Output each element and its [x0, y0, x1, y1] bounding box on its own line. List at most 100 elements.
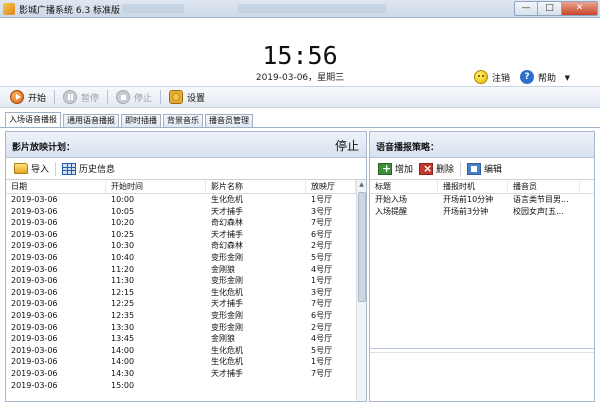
history-button[interactable]: 历史信息: [62, 162, 115, 175]
table-cell: 12:15: [111, 287, 135, 297]
column-header[interactable]: 开始时间: [106, 180, 206, 193]
chevron-down-icon[interactable]: ▼: [565, 74, 570, 82]
table-cell: 2019-03-06: [11, 218, 58, 228]
toolbar-separator: [55, 161, 57, 176]
import-button[interactable]: 导入: [14, 162, 49, 175]
pause-button[interactable]: 暂停: [63, 88, 107, 106]
table-row[interactable]: 2019-03-06 10:25 天才捕手 6号厅: [6, 229, 366, 241]
tab-entry-announcement[interactable]: 入场语音播报: [5, 112, 61, 127]
strategy-table: 标题 播报时机 播音员 开始入场 开场前10分钟 语言类节目男... 入场提醒 开场前3…: [370, 180, 594, 217]
table-row[interactable]: 2019-03-06 13:30 变形金刚 2号厅: [6, 322, 366, 334]
table-row[interactable]: 2019-03-06 10:00 生化危机 1号厅: [6, 194, 366, 206]
help-button[interactable]: ? 帮助: [520, 70, 556, 84]
tab-instant-insert[interactable]: 即时插播: [121, 114, 161, 127]
add-button[interactable]: 增加: [378, 162, 413, 175]
table-row[interactable]: 2019-03-06 12:15 生化危机 3号厅: [6, 287, 366, 299]
table-cell: 6号厅: [311, 310, 333, 320]
table-cell: 1号厅: [311, 195, 333, 204]
background-window-ghost: [238, 4, 386, 13]
table-cell: 校园女声[五...: [513, 206, 564, 216]
screening-table: 日期 开始时间 影片名称 放映厅 2019-03-06 10:00 生化危机 1号厅 2…: [6, 180, 366, 401]
column-header[interactable]: 影片名称: [206, 180, 306, 193]
table-row[interactable]: 2019-03-06 11:30 变形金刚 1号厅: [6, 275, 366, 287]
pause-icon: [63, 90, 78, 104]
table-cell: 12:25: [111, 299, 135, 309]
table-cell: 14:30: [111, 368, 135, 378]
table-cell: [306, 380, 356, 392]
settings-button[interactable]: 设置: [169, 88, 213, 106]
delete-button[interactable]: 删除: [419, 162, 454, 175]
announcement-strategy-panel: 语音播报策略： 增加 删除 编辑 标题 播报时机 播音员 开始入场 开场前10分钟…: [369, 131, 595, 402]
table-cell: 变形金刚: [211, 322, 243, 332]
table-cell: 7号厅: [311, 218, 333, 228]
tab-background-music[interactable]: 背景音乐: [163, 114, 203, 127]
logout-button[interactable]: 注销: [474, 70, 510, 84]
table-cell: 天才捕手: [211, 299, 243, 309]
table-cell: 14:00: [111, 357, 135, 367]
table-cell: 3号厅: [311, 287, 333, 297]
table-row[interactable]: 2019-03-06 11:20 金刚狼 4号厅: [6, 264, 366, 276]
stop-button[interactable]: 停止: [116, 88, 160, 106]
table-row[interactable]: 开始入场 开场前10分钟 语言类节目男...: [370, 194, 594, 206]
table-row[interactable]: 2019-03-06 15:00: [6, 380, 366, 392]
column-header[interactable]: 日期: [6, 180, 106, 193]
stop-label: 停止: [134, 93, 153, 104]
table-row[interactable]: 2019-03-06 10:20 奇幻森林 7号厅: [6, 217, 366, 229]
table-cell: 金刚狼: [211, 334, 235, 344]
table-cell: 奇幻森林: [211, 241, 243, 251]
panel-splitter[interactable]: [370, 348, 594, 349]
help-label: 帮助: [538, 73, 557, 84]
table-row[interactable]: 入场提醒 开场前3分钟 校园女声[五...: [370, 206, 594, 218]
table-row[interactable]: 2019-03-06 14:00 生化危机 5号厅: [6, 345, 366, 357]
table-row[interactable]: 2019-03-06 10:05 天才捕手 3号厅: [6, 206, 366, 218]
background-window-ghost: [122, 4, 184, 13]
settings-label: 设置: [187, 93, 206, 104]
table-cell: 2019-03-06: [11, 334, 58, 344]
tab-announcer-management[interactable]: 播音员管理: [205, 114, 253, 127]
scrollbar-thumb[interactable]: [358, 192, 366, 302]
table-row[interactable]: 2019-03-06 13:45 金刚狼 4号厅: [6, 333, 366, 345]
edit-button[interactable]: 编辑: [467, 162, 502, 175]
tab-general-announcement[interactable]: 通用语音播报: [63, 114, 119, 127]
table-cell: 2019-03-06: [11, 345, 58, 355]
table-cell: 10:40: [111, 252, 135, 262]
table-cell: 11:20: [111, 264, 135, 274]
table-cell: 奇幻森林: [211, 218, 243, 228]
window-title-bar: 影城广播系统 6.3 标准版 — □ ✕: [0, 0, 600, 18]
table-cell: 10:05: [111, 206, 135, 216]
start-label: 开始: [28, 93, 47, 104]
table-row[interactable]: 2019-03-06 10:40 变形金刚 5号厅: [6, 252, 366, 264]
column-header[interactable]: 播音员: [508, 180, 580, 193]
column-header[interactable]: 播报时机: [438, 180, 508, 193]
table-cell: 2019-03-06: [11, 310, 58, 320]
delete-icon: [419, 162, 434, 175]
table-cell: 10:30: [111, 241, 135, 251]
help-icon: ?: [520, 70, 534, 84]
table-row[interactable]: 2019-03-06 14:00 生化危机 1号厅: [6, 356, 366, 368]
table-cell: 2019-03-06: [11, 299, 58, 309]
vertical-scrollbar[interactable]: ▲: [356, 180, 366, 401]
delete-label: 删除: [436, 165, 455, 175]
table-cell: 开始入场: [375, 195, 407, 204]
table-cell: 天才捕手: [211, 368, 243, 378]
table-header: 标题 播报时机 播音员: [370, 180, 594, 194]
add-label: 增加: [395, 165, 414, 175]
minimize-button[interactable]: —: [514, 1, 538, 16]
table-cell: 2019-03-06: [11, 322, 58, 332]
maximize-button[interactable]: □: [538, 1, 562, 16]
scroll-up-arrow[interactable]: ▲: [357, 180, 366, 190]
play-icon: [10, 90, 24, 104]
table-cell: 13:30: [111, 322, 135, 332]
start-button[interactable]: 开始: [10, 88, 54, 106]
table-cell: [206, 380, 306, 392]
table-cell: 10:00: [111, 195, 135, 204]
table-row[interactable]: 2019-03-06 10:30 奇幻森林 2号厅: [6, 240, 366, 252]
toolbar-separator: [54, 90, 56, 104]
column-header[interactable]: 标题: [370, 180, 438, 193]
toolbar-separator: [460, 161, 462, 176]
table-row[interactable]: 2019-03-06 14:30 天才捕手 7号厅: [6, 368, 366, 380]
column-header[interactable]: 放映厅: [306, 180, 356, 193]
table-row[interactable]: 2019-03-06 12:35 变形金刚 6号厅: [6, 310, 366, 322]
table-row[interactable]: 2019-03-06 12:25 天才捕手 7号厅: [6, 298, 366, 310]
close-button[interactable]: ✕: [562, 1, 598, 16]
